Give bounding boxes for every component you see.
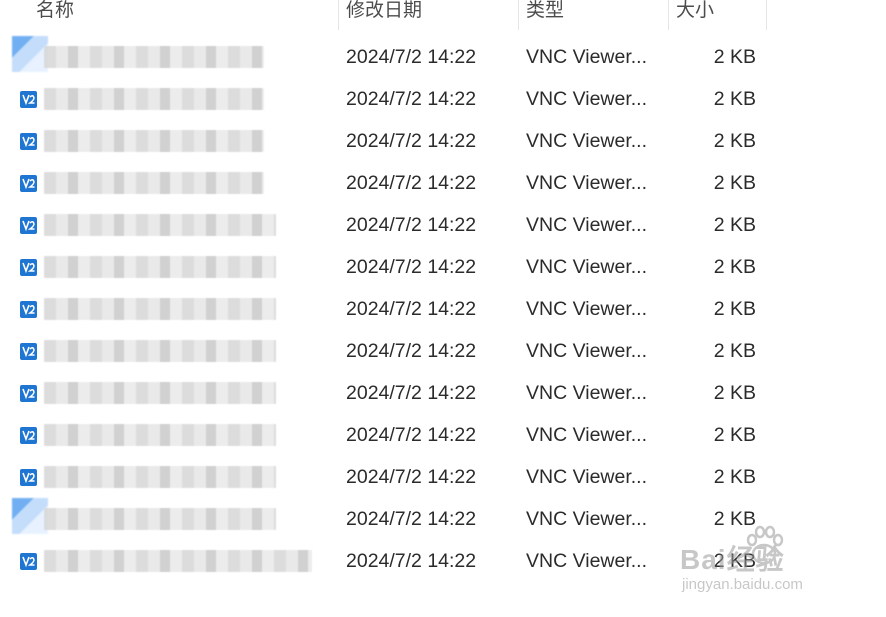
file-date: 2024/7/2 14:22: [346, 88, 477, 110]
column-divider[interactable]: [766, 0, 767, 30]
file-type: VNC Viewer...: [526, 466, 648, 488]
file-date: 2024/7/2 14:22: [346, 340, 477, 362]
file-icon-redacted: [12, 36, 48, 72]
file-size: 2 KB: [713, 130, 756, 152]
vnc-viewer-icon: [20, 91, 37, 108]
vnc-viewer-icon: [20, 343, 37, 360]
file-date: 2024/7/2 14:22: [346, 172, 477, 194]
file-name-redacted: [44, 214, 276, 236]
file-name-redacted: [44, 550, 312, 572]
file-date: 2024/7/2 14:22: [346, 466, 477, 488]
file-name-redacted: [44, 172, 264, 194]
vnc-viewer-icon: [20, 217, 37, 234]
file-icon-redacted: [12, 498, 48, 534]
watermark-url: jingyan.baidu.com: [682, 576, 803, 593]
file-row[interactable]: 2024/7/2 14:22 VNC Viewer... 2 KB: [0, 288, 886, 330]
column-divider[interactable]: [668, 0, 669, 30]
file-row[interactable]: 2024/7/2 14:22 VNC Viewer... 2 KB: [0, 120, 886, 162]
file-row[interactable]: 2024/7/2 14:22 VNC Viewer... 2 KB: [0, 204, 886, 246]
column-header-date-modified[interactable]: 修改日期: [346, 0, 516, 30]
vnc-viewer-icon: [20, 259, 37, 276]
file-type: VNC Viewer...: [526, 130, 648, 152]
column-header-type[interactable]: 类型: [526, 0, 666, 30]
file-name-redacted: [44, 424, 276, 446]
vnc-viewer-icon: [20, 301, 37, 318]
file-name-redacted: [44, 130, 264, 152]
file-date: 2024/7/2 14:22: [346, 298, 477, 320]
file-type: VNC Viewer...: [526, 298, 648, 320]
vnc-viewer-icon: [20, 385, 37, 402]
file-name-redacted: [44, 256, 276, 278]
file-size: 2 KB: [713, 298, 756, 320]
file-name-redacted: [44, 46, 264, 68]
file-name-redacted: [44, 466, 276, 488]
file-name-redacted: [44, 382, 276, 404]
vnc-viewer-icon: [20, 427, 37, 444]
vnc-viewer-icon: [20, 133, 37, 150]
file-name-redacted: [44, 508, 276, 530]
file-row[interactable]: 2024/7/2 14:22 VNC Viewer... 2 KB: [0, 246, 886, 288]
file-row[interactable]: 2024/7/2 14:22 VNC Viewer... 2 KB: [0, 414, 886, 456]
file-date: 2024/7/2 14:22: [346, 46, 477, 68]
file-row[interactable]: 2024/7/2 14:22 VNC Viewer... 2 KB: [0, 36, 886, 78]
file-list: 2024/7/2 14:22 VNC Viewer... 2 KB 2024/7…: [0, 36, 886, 582]
file-row[interactable]: 2024/7/2 14:22 VNC Viewer... 2 KB: [0, 162, 886, 204]
vnc-viewer-icon: [20, 553, 37, 570]
column-divider[interactable]: [518, 0, 519, 30]
file-type: VNC Viewer...: [526, 424, 648, 446]
file-date: 2024/7/2 14:22: [346, 382, 477, 404]
file-name-redacted: [44, 340, 276, 362]
file-size: 2 KB: [713, 172, 756, 194]
file-size: 2 KB: [713, 214, 756, 236]
file-date: 2024/7/2 14:22: [346, 256, 477, 278]
column-header-name[interactable]: 名称: [36, 0, 336, 30]
file-date: 2024/7/2 14:22: [346, 508, 477, 530]
file-type: VNC Viewer...: [526, 508, 648, 530]
file-date: 2024/7/2 14:22: [346, 424, 477, 446]
file-name-redacted: [44, 88, 264, 110]
file-date: 2024/7/2 14:22: [346, 130, 477, 152]
file-size: 2 KB: [713, 88, 756, 110]
file-size: 2 KB: [713, 466, 756, 488]
file-size: 2 KB: [713, 256, 756, 278]
file-row[interactable]: 2024/7/2 14:22 VNC Viewer... 2 KB: [0, 372, 886, 414]
file-row[interactable]: 2024/7/2 14:22 VNC Viewer... 2 KB: [0, 456, 886, 498]
column-header: 名称 修改日期 类型 大小: [0, 0, 886, 30]
column-divider[interactable]: [338, 0, 339, 30]
watermark-text: Bai经验: [680, 544, 785, 575]
file-size: 2 KB: [713, 340, 756, 362]
file-size: 2 KB: [713, 424, 756, 446]
file-row[interactable]: 2024/7/2 14:22 VNC Viewer... 2 KB: [0, 78, 886, 120]
file-date: 2024/7/2 14:22: [346, 550, 477, 572]
column-header-size[interactable]: 大小: [676, 0, 766, 30]
file-row[interactable]: 2024/7/2 14:22 VNC Viewer... 2 KB: [0, 330, 886, 372]
file-size: 2 KB: [713, 382, 756, 404]
file-type: VNC Viewer...: [526, 172, 648, 194]
vnc-viewer-icon: [20, 175, 37, 192]
vnc-viewer-icon: [20, 469, 37, 486]
file-name-redacted: [44, 298, 276, 320]
file-type: VNC Viewer...: [526, 340, 648, 362]
file-type: VNC Viewer...: [526, 382, 648, 404]
file-date: 2024/7/2 14:22: [346, 214, 477, 236]
baidu-jingyan-watermark: Bai经验 jingyan.baidu.com: [676, 520, 846, 600]
file-type: VNC Viewer...: [526, 256, 648, 278]
file-type: VNC Viewer...: [526, 214, 648, 236]
file-type: VNC Viewer...: [526, 88, 648, 110]
file-type: VNC Viewer...: [526, 550, 648, 572]
file-type: VNC Viewer...: [526, 46, 648, 68]
file-size: 2 KB: [713, 46, 756, 68]
